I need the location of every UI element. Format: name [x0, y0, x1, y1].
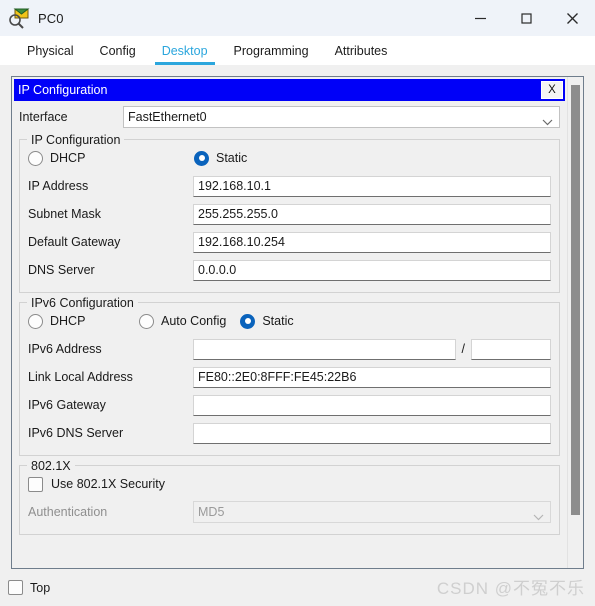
ip-configuration-window: IP Configuration X Interface FastEtherne…: [12, 77, 567, 568]
ipv4-dhcp-radio[interactable]: DHCP: [28, 150, 188, 166]
ipv6-address-input[interactable]: [193, 338, 456, 360]
radio-unselected-icon: [139, 313, 154, 329]
ip-address-label: IP Address: [28, 179, 89, 193]
chevron-down-icon: [533, 510, 544, 524]
checkbox-unchecked-icon: [28, 476, 43, 492]
tab-physical-label: Physical: [27, 43, 74, 58]
tab-attributes-label: Attributes: [334, 43, 388, 58]
ipv6-dhcp-label: DHCP: [50, 314, 86, 328]
dns-server-value: 0.0.0.0: [198, 263, 237, 277]
radio-selected-icon: [194, 150, 209, 166]
ipv6-address-row: IPv6 Address /: [28, 335, 551, 363]
authentication-row: Authentication MD5: [28, 498, 551, 526]
default-gateway-input[interactable]: 192.168.10.254: [193, 231, 551, 253]
scrollbar-thumb[interactable]: [571, 85, 580, 515]
window-footer: Top CSDN @不冤不乐: [0, 569, 595, 606]
interface-row: Interface FastEthernet0: [19, 104, 560, 130]
use-dot1x-security-label: Use 802.1X Security: [51, 477, 165, 491]
tab-desktop[interactable]: Desktop: [149, 36, 221, 65]
ip-address-input[interactable]: 192.168.10.1: [193, 175, 551, 197]
window-titlebar: PC0: [0, 0, 595, 36]
tab-attributes[interactable]: Attributes: [322, 36, 401, 65]
device-tabs: Physical Config Desktop Programming Attr…: [0, 36, 595, 65]
tab-programming[interactable]: Programming: [221, 36, 322, 65]
subnet-mask-label: Subnet Mask: [28, 207, 101, 221]
ipv6-dhcp-radio[interactable]: DHCP: [28, 313, 133, 329]
desktop-content-area: IP Configuration X Interface FastEtherne…: [11, 76, 584, 569]
ipv4-configuration-group: IP Configuration DHCP Static IP Address …: [19, 133, 560, 293]
checkbox-unchecked-icon[interactable]: [8, 580, 23, 595]
ip-address-row: IP Address 192.168.10.1: [28, 172, 551, 200]
radio-unselected-icon: [28, 313, 43, 329]
ipv6-gateway-label: IPv6 Gateway: [28, 398, 106, 412]
dns-server-label: DNS Server: [28, 263, 95, 277]
ipv6-mode-radios: DHCP Auto Config Static: [28, 307, 551, 335]
ipv4-static-radio[interactable]: Static: [194, 150, 248, 166]
watermark: CSDN @不冤不乐: [436, 579, 585, 598]
radio-unselected-icon: [28, 150, 43, 166]
link-local-address-value: FE80::2E0:8FFF:FE45:22B6: [198, 370, 357, 384]
link-local-address-input[interactable]: FE80::2E0:8FFF:FE45:22B6: [193, 366, 551, 388]
ipv4-static-label: Static: [216, 151, 248, 165]
dot1x-group: 802.1X Use 802.1X Security Authenticatio…: [19, 459, 560, 535]
tab-physical[interactable]: Physical: [14, 36, 87, 65]
radio-selected-icon: [240, 313, 256, 329]
authentication-select[interactable]: MD5: [193, 501, 551, 523]
interface-label: Interface: [19, 110, 68, 124]
ipv6-dns-server-row: IPv6 DNS Server: [28, 419, 551, 447]
subnet-mask-value: 255.255.255.0: [198, 207, 278, 221]
default-gateway-label: Default Gateway: [28, 235, 121, 249]
ip-configuration-title: IP Configuration: [18, 83, 108, 97]
top-checkbox-label: Top: [30, 580, 51, 595]
ip-configuration-header: IP Configuration X: [14, 79, 565, 101]
interface-value: FastEthernet0: [128, 110, 207, 124]
packet-tracer-icon: [8, 7, 30, 29]
vertical-scrollbar[interactable]: [567, 77, 583, 568]
ipv6-gateway-row: IPv6 Gateway: [28, 391, 551, 419]
ipv6-static-label: Static: [262, 314, 294, 328]
authentication-label: Authentication: [28, 505, 108, 519]
ipv6-gateway-input[interactable]: [193, 394, 551, 416]
tab-programming-label: Programming: [233, 43, 309, 58]
subnet-mask-row: Subnet Mask 255.255.255.0: [28, 200, 551, 228]
tab-config[interactable]: Config: [87, 36, 149, 65]
authentication-value: MD5: [198, 505, 225, 519]
ip-configuration-close-button[interactable]: X: [541, 81, 563, 99]
close-icon[interactable]: [549, 0, 595, 36]
window-controls: [457, 0, 595, 36]
ipv6-dns-server-label: IPv6 DNS Server: [28, 426, 124, 440]
ipv6-address-label: IPv6 Address: [28, 342, 102, 356]
tab-desktop-label: Desktop: [161, 43, 208, 58]
minimize-icon[interactable]: [457, 0, 503, 36]
ipv6-group-legend: IPv6 Configuration: [27, 296, 138, 310]
use-dot1x-security-checkbox[interactable]: Use 802.1X Security: [28, 470, 551, 498]
close-button-label: X: [548, 84, 556, 96]
subnet-mask-input[interactable]: 255.255.255.0: [193, 203, 551, 225]
ipv6-configuration-group: IPv6 Configuration DHCP Auto Config Stat…: [19, 296, 560, 456]
window-title: PC0: [38, 10, 64, 26]
ipv4-group-legend: IP Configuration: [27, 133, 125, 147]
dot1x-group-legend: 802.1X: [27, 459, 75, 473]
link-local-address-label: Link Local Address: [28, 370, 133, 384]
ipv6-dns-server-input[interactable]: [193, 422, 551, 444]
ipv4-dhcp-label: DHCP: [50, 151, 86, 165]
ipv6-prefix-separator: /: [461, 342, 465, 356]
ip-address-value: 192.168.10.1: [198, 179, 271, 193]
interface-select[interactable]: FastEthernet0: [123, 106, 560, 128]
ipv6-auto-config-label: Auto Config: [161, 314, 227, 328]
ipv6-static-radio[interactable]: Static: [240, 313, 294, 329]
dns-server-row: DNS Server 0.0.0.0: [28, 256, 551, 284]
ipv6-prefix-length-input[interactable]: [471, 338, 551, 360]
maximize-icon[interactable]: [503, 0, 549, 36]
dns-server-input[interactable]: 0.0.0.0: [193, 259, 551, 281]
ipv6-auto-config-radio[interactable]: Auto Config: [139, 313, 227, 329]
chevron-down-icon: [542, 115, 553, 129]
tab-config-label: Config: [99, 43, 136, 58]
ip-configuration-body: Interface FastEthernet0 IP Configuration…: [12, 104, 567, 535]
default-gateway-value: 192.168.10.254: [198, 235, 285, 249]
ipv4-mode-radios: DHCP Static: [28, 144, 551, 172]
link-local-address-row: Link Local Address FE80::2E0:8FFF:FE45:2…: [28, 363, 551, 391]
default-gateway-row: Default Gateway 192.168.10.254: [28, 228, 551, 256]
